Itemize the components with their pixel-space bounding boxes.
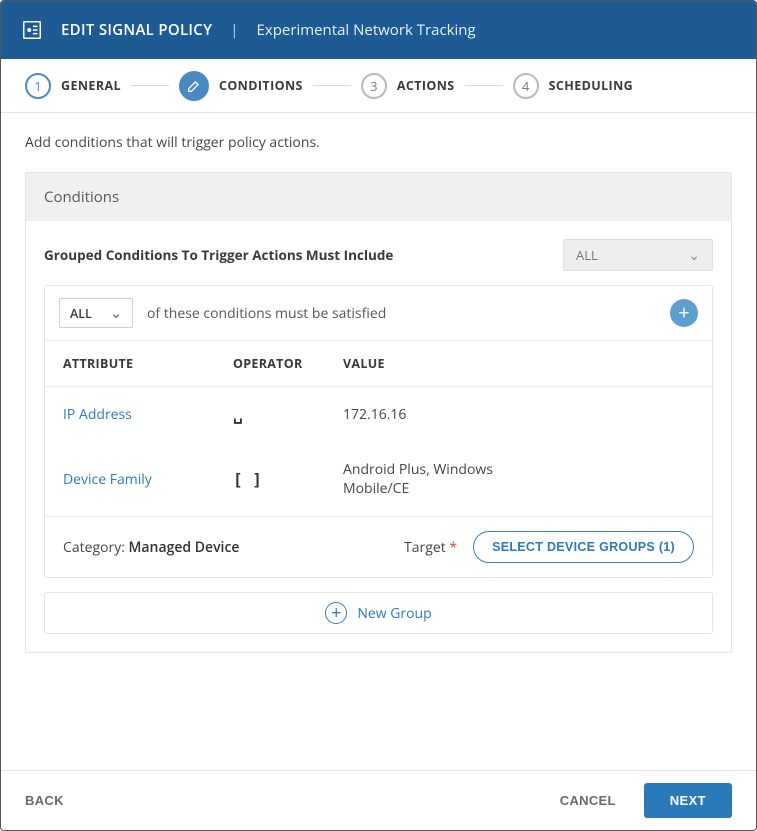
step-general[interactable]: 1 GENERAL (25, 73, 121, 99)
step-number: 1 (25, 73, 51, 99)
category-value: Managed Device (129, 538, 240, 557)
table-header: ATTRIBUTE OPERATOR VALUE (45, 341, 712, 387)
modal-footer: BACK CANCEL NEXT (1, 770, 756, 830)
select-value: ALL (70, 305, 92, 322)
new-group-label: New Group (357, 604, 431, 623)
modal-subtitle: Experimental Network Tracking (257, 20, 476, 40)
cancel-button[interactable]: CANCEL (560, 793, 616, 808)
step-connector (465, 85, 503, 86)
satisfied-text: of these conditions must be satisfied (147, 304, 386, 323)
attribute-link[interactable]: Device Family (63, 470, 233, 489)
step-number: 4 (513, 73, 539, 99)
value-text: Android Plus, Windows Mobile/CE (343, 460, 523, 498)
col-value: VALUE (343, 355, 694, 372)
col-operator: OPERATOR (233, 355, 343, 372)
back-button[interactable]: BACK (25, 793, 64, 808)
step-label: ACTIONS (397, 77, 455, 94)
grouped-label: Grouped Conditions To Trigger Actions Mu… (44, 246, 393, 264)
new-group-button[interactable]: + New Group (44, 592, 713, 634)
table-row: IP Address ␣ 172.16.16 (45, 387, 712, 442)
category-label: Category: (63, 538, 125, 557)
select-device-groups-button[interactable]: SELECT DEVICE GROUPS (1) (473, 531, 694, 563)
group-mode-select[interactable]: ALL ⌄ (59, 298, 133, 328)
grouped-header-row: Grouped Conditions To Trigger Actions Mu… (44, 239, 713, 271)
edit-policy-modal: EDIT SIGNAL POLICY | Experimental Networ… (0, 0, 757, 831)
attribute-link[interactable]: IP Address (63, 405, 233, 424)
group-top-row: ALL ⌄ of these conditions must be satisf… (45, 286, 712, 341)
step-label: CONDITIONS (219, 77, 303, 94)
category-block: Category: Managed Device (63, 538, 239, 557)
step-label: SCHEDULING (549, 77, 634, 94)
step-conditions[interactable]: CONDITIONS (179, 71, 303, 101)
modal-header: EDIT SIGNAL POLICY | Experimental Networ… (1, 1, 756, 59)
col-attribute: ATTRIBUTE (63, 355, 233, 372)
group-top-left: ALL ⌄ of these conditions must be satisf… (59, 298, 386, 328)
step-actions[interactable]: 3 ACTIONS (361, 73, 455, 99)
target-label-text: Target (404, 538, 446, 557)
step-scheduling[interactable]: 4 SCHEDULING (513, 73, 634, 99)
plus-circle-icon: + (325, 602, 347, 624)
helper-text: Add conditions that will trigger policy … (25, 133, 732, 152)
chevron-down-icon: ⌄ (688, 246, 700, 265)
step-active-icon (179, 71, 209, 101)
table-row: Device Family [ ] Android Plus, Windows … (45, 442, 712, 516)
condition-group: ALL ⌄ of these conditions must be satisf… (44, 285, 713, 578)
modal-title: EDIT SIGNAL POLICY (61, 20, 212, 40)
grouped-mode-select[interactable]: ALL ⌄ (563, 239, 713, 271)
next-button[interactable]: NEXT (644, 783, 732, 818)
add-condition-button[interactable]: + (670, 299, 698, 327)
panel-body: Grouped Conditions To Trigger Actions Mu… (26, 221, 731, 652)
step-number: 3 (361, 73, 387, 99)
step-label: GENERAL (61, 77, 121, 94)
header-divider: | (230, 20, 238, 40)
target-zone: Target * SELECT DEVICE GROUPS (1) (404, 531, 694, 563)
group-bottom-row: Category: Managed Device Target * SELECT… (45, 516, 712, 577)
panel-title: Conditions (26, 173, 731, 221)
wizard-stepper: 1 GENERAL CONDITIONS 3 ACTIONS 4 SCHEDUL… (1, 59, 756, 113)
conditions-table: ATTRIBUTE OPERATOR VALUE IP Address ␣ 17… (45, 341, 712, 516)
policy-icon (21, 19, 43, 41)
step-connector (131, 85, 169, 86)
required-asterisk: * (449, 538, 457, 557)
select-value: ALL (576, 246, 598, 264)
modal-body: Add conditions that will trigger policy … (1, 113, 756, 770)
step-connector (313, 85, 351, 86)
operator-glyph: ␣ (233, 405, 343, 424)
conditions-panel: Conditions Grouped Conditions To Trigger… (25, 172, 732, 653)
value-text: 172.16.16 (343, 405, 694, 424)
chevron-down-icon: ⌄ (110, 304, 122, 323)
operator-glyph: [ ] (233, 470, 343, 489)
target-label: Target * (404, 538, 457, 557)
